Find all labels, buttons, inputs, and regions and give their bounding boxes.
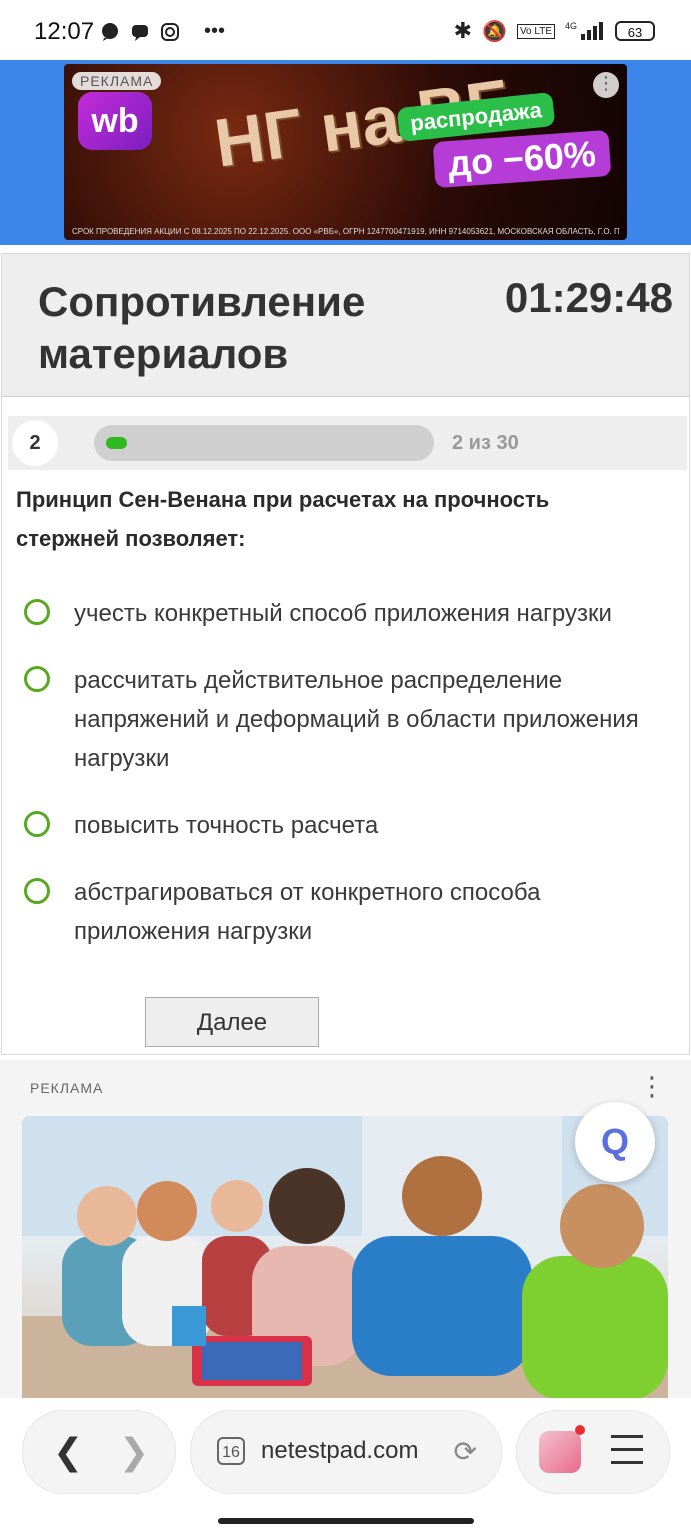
bottom-ad: РЕКЛАМА ⋮ Q bbox=[0, 1060, 691, 1400]
mute-icon: 🔕 bbox=[482, 20, 507, 43]
answer-option-label: учесть конкретный способ приложения нагр… bbox=[74, 600, 612, 627]
radio-button-icon[interactable] bbox=[24, 599, 50, 625]
answer-option-label: абстрагироваться от конкретного способа … bbox=[74, 879, 541, 945]
signal-icon: 4G bbox=[565, 21, 603, 40]
svg-text:4G: 4G bbox=[565, 21, 577, 31]
wb-logo: wb bbox=[78, 92, 152, 150]
more-icon: ••• bbox=[204, 20, 226, 42]
question-number: 2 bbox=[12, 420, 58, 466]
test-card: Сопротивление материалов 01:29:48 2 2 из… bbox=[1, 253, 690, 1055]
ad-photo-illustration bbox=[22, 1116, 668, 1400]
radio-button-icon[interactable] bbox=[24, 878, 50, 904]
tab-count-icon[interactable]: 16 bbox=[217, 1437, 245, 1465]
progress-label: 2 из 30 bbox=[452, 432, 519, 454]
home-indicator[interactable] bbox=[218, 1518, 474, 1524]
question-text: Принцип Сен-Венана при расчетах на прочн… bbox=[16, 487, 550, 551]
url-text[interactable]: netestpad.com bbox=[261, 1437, 418, 1465]
menu-icon[interactable] bbox=[611, 1435, 643, 1474]
radio-button-icon[interactable] bbox=[24, 666, 50, 692]
battery-icon: 63 bbox=[615, 21, 655, 41]
next-button[interactable]: Далее bbox=[145, 997, 319, 1047]
forward-arrow-icon[interactable]: ❯ bbox=[119, 1431, 149, 1473]
instagram-icon bbox=[161, 22, 179, 41]
answer-option[interactable]: учесть конкретный способ приложения нагр… bbox=[24, 594, 674, 633]
ad-label: РЕКЛАМА bbox=[30, 1080, 104, 1096]
chat-icon bbox=[102, 22, 118, 41]
address-bar[interactable]: 16 netestpad.com ⟳ bbox=[190, 1410, 502, 1494]
menu-pill bbox=[516, 1410, 670, 1494]
ad-options-icon[interactable]: ⋮ bbox=[639, 1072, 665, 1100]
navigation-pill: ❮ ❯ bbox=[22, 1410, 176, 1494]
system-icons: ✱ 🔕 Vo LTE 4G 63 bbox=[454, 18, 655, 44]
answer-option[interactable]: абстрагироваться от конкретного способа … bbox=[24, 873, 674, 951]
test-title: Сопротивление материалов bbox=[38, 278, 366, 377]
lens-search-button[interactable]: Q bbox=[575, 1102, 655, 1182]
clock: 12:07 bbox=[34, 18, 95, 45]
test-header: Сопротивление материалов 01:29:48 bbox=[2, 254, 689, 397]
game-app-icon[interactable] bbox=[539, 1431, 581, 1473]
chat2-icon bbox=[132, 24, 148, 41]
ad-options-icon[interactable]: ⋮ bbox=[593, 72, 619, 98]
answer-option[interactable]: повысить точность расчета bbox=[24, 806, 674, 845]
notification-icons: ••• bbox=[100, 20, 225, 43]
bluetooth-icon: ✱ bbox=[453, 18, 473, 43]
back-arrow-icon[interactable]: ❮ bbox=[53, 1431, 83, 1473]
answer-option-label: повысить точность расчета bbox=[74, 812, 379, 839]
progress-row: 2 2 из 30 bbox=[8, 416, 687, 470]
answer-option[interactable]: рассчитать действительное распределение … bbox=[24, 661, 674, 778]
progress-bar bbox=[94, 425, 434, 461]
ad-label: РЕКЛАМА bbox=[72, 72, 162, 90]
status-bar: 12:07 ••• ✱ 🔕 Vo LTE 4G 63 bbox=[0, 0, 691, 60]
ad-fine-print: СРОК ПРОВЕДЕНИЯ АКЦИИ С 08.12.2025 ПО 22… bbox=[72, 227, 619, 236]
radio-button-icon[interactable] bbox=[24, 811, 50, 837]
volte-icon: Vo LTE bbox=[516, 23, 555, 39]
browser-toolbar: ❮ ❯ 16 netestpad.com ⟳ bbox=[0, 1398, 691, 1536]
ad-image-children-drawing[interactable] bbox=[22, 1116, 668, 1400]
ad-creative[interactable]: РЕКЛАМА wb НГ на ВБ распродажа до −60% ⋮… bbox=[64, 64, 627, 240]
notification-dot-icon bbox=[575, 1425, 585, 1435]
progress-fill bbox=[106, 437, 127, 449]
top-ad-banner: РЕКЛАМА wb НГ на ВБ распродажа до −60% ⋮… bbox=[0, 60, 691, 245]
answer-options: учесть конкретный способ приложения нагр… bbox=[24, 594, 674, 979]
reload-icon[interactable]: ⟳ bbox=[454, 1435, 477, 1468]
test-timer: 01:29:48 bbox=[504, 274, 673, 321]
answer-option-label: рассчитать действительное распределение … bbox=[74, 667, 639, 772]
